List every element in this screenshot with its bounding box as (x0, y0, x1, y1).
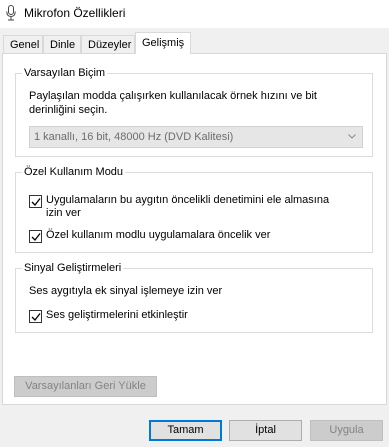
signal-enhancements-legend: Sinyal Geliştirmeleri (22, 262, 124, 275)
allow-exclusive-control-label-line2: izin ver (46, 207, 81, 219)
cancel-button[interactable]: İptal (229, 420, 302, 441)
signal-enhancements-description: Ses aygıtıyla ek sinyal işlemeye izin ve… (29, 285, 223, 297)
window-title: Mikrofon Özellikleri (24, 6, 126, 20)
exclusive-priority-label: Özel kullanım modlu uygulamalara öncelik… (46, 229, 271, 241)
tab-panel-advanced: Varsayılan Biçim Paylaşılan modda çalışı… (2, 53, 387, 405)
ok-button[interactable]: Tamam (149, 420, 222, 441)
exclusive-priority-checkbox[interactable] (29, 230, 42, 243)
microphone-icon (6, 5, 16, 21)
tab-levels[interactable]: Düzeyler (81, 35, 135, 54)
microphone-properties-window: Mikrofon Özellikleri Genel Dinle Düzeyle… (0, 0, 389, 447)
allow-exclusive-control-row[interactable]: Uygulamaların bu aygıtın öncelikli denet… (29, 194, 329, 220)
allow-exclusive-control-label-line1: Uygulamaların bu aygıtın öncelikli denet… (46, 194, 330, 206)
allow-exclusive-control-checkbox[interactable] (29, 195, 42, 208)
exclusive-mode-group: Özel Kullanım Modu Uygulamaların bu aygı… (15, 166, 373, 253)
checkmark-icon (31, 313, 41, 321)
enable-enhancements-row[interactable]: Ses geliştirmelerini etkinleştir (29, 309, 188, 323)
exclusive-priority-row[interactable]: Özel kullanım modlu uygulamalara öncelik… (29, 229, 270, 243)
exclusive-mode-legend: Özel Kullanım Modu (22, 166, 126, 179)
sample-rate-dropdown[interactable]: 1 kanallı, 16 bit, 48000 Hz (DVD Kalites… (29, 126, 363, 148)
checkmark-icon (31, 198, 41, 206)
sample-rate-selected-value: 1 kanallı, 16 bit, 48000 Hz (DVD Kalites… (34, 131, 234, 143)
title-bar: Mikrofon Özellikleri (0, 0, 389, 28)
default-format-legend: Varsayılan Biçim (22, 67, 108, 80)
signal-enhancements-group: Sinyal Geliştirmeleri Ses aygıtıyla ek s… (15, 262, 373, 333)
default-format-description-line1: Paylaşılan modda çalışırken kullanılacak… (29, 90, 317, 102)
tab-strip: Genel Dinle Düzeyler Gelişmiş (0, 28, 389, 54)
tab-listen[interactable]: Dinle (43, 35, 81, 54)
enable-enhancements-label: Ses geliştirmelerini etkinleştir (46, 309, 188, 321)
default-format-group: Varsayılan Biçim Paylaşılan modda çalışı… (15, 67, 373, 157)
checkmark-icon (31, 233, 41, 241)
default-format-description-line2: derinliğini seçin. (29, 104, 108, 116)
tab-general[interactable]: Genel (3, 35, 43, 54)
chevron-down-icon (348, 134, 356, 139)
restore-defaults-button[interactable]: Varsayılanları Geri Yükle (14, 376, 157, 397)
tab-advanced[interactable]: Gelişmiş (135, 32, 191, 54)
apply-button[interactable]: Uygula (310, 420, 383, 441)
enable-enhancements-checkbox[interactable] (29, 310, 42, 323)
